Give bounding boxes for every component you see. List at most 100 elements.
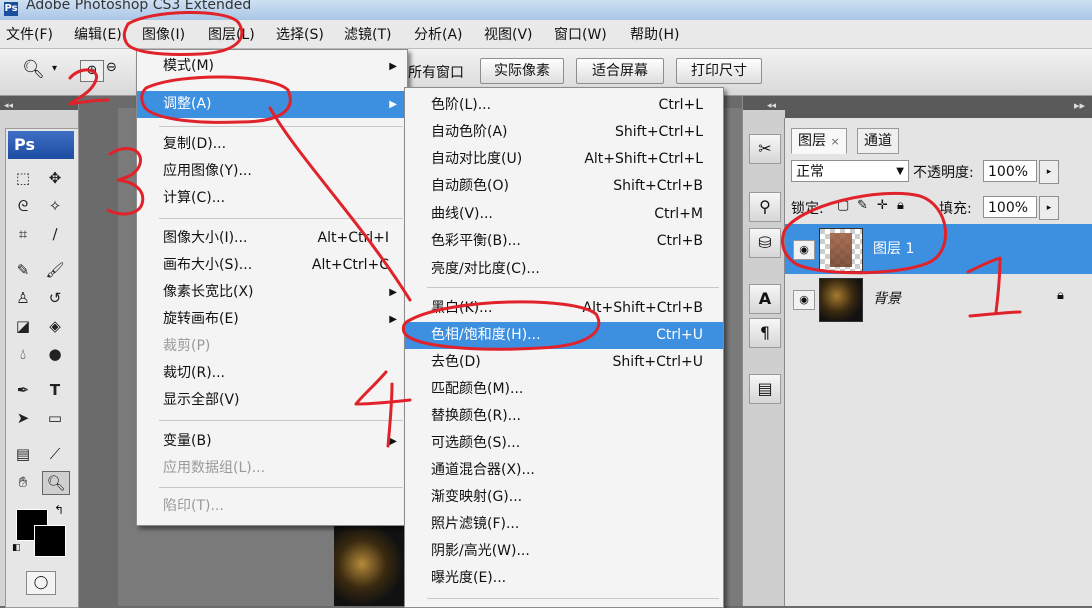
menu-item-adjustments[interactable]: 调整(A) ▶: [137, 91, 407, 118]
actual-pixels-button[interactable]: 实际像素: [480, 58, 564, 84]
dodge-tool-icon[interactable]: ●: [42, 343, 68, 365]
navigator-panel-icon[interactable]: ✂: [749, 134, 781, 164]
blur-tool-icon[interactable]: 💧︎: [10, 343, 36, 365]
menu-item-calculations[interactable]: 计算(C)...: [137, 185, 407, 212]
menu-select[interactable]: 选择(S): [276, 24, 324, 44]
menu-item-reveal-all[interactable]: 显示全部(V): [137, 387, 407, 414]
eyedropper-tool-icon[interactable]: ⟋: [42, 443, 68, 465]
menu-item-image-size[interactable]: 图像大小(I)... Alt+Ctrl+I: [137, 225, 407, 252]
brush-tool-icon[interactable]: 🖌︎: [42, 259, 68, 281]
toolbox-collapse-bar[interactable]: ◂◂: [0, 96, 78, 111]
paragraph-panel-icon[interactable]: ¶: [749, 318, 781, 348]
menu-item-auto-contrast[interactable]: 自动对比度(U) Alt+Shift+Ctrl+L: [405, 146, 723, 173]
menu-item-gradient-map[interactable]: 渐变映射(G)...: [405, 484, 723, 511]
menu-analysis[interactable]: 分析(A): [414, 24, 463, 44]
menu-layer[interactable]: 图层(L): [208, 24, 255, 44]
menu-item-color-balance[interactable]: 色彩平衡(B)... Ctrl+B: [405, 228, 723, 255]
menu-item-trim[interactable]: 裁切(R)...: [137, 360, 407, 387]
menu-item-canvas-size[interactable]: 画布大小(S)... Alt+Ctrl+C: [137, 252, 407, 279]
menu-image[interactable]: 图像(I): [142, 24, 185, 44]
menu-item-hue-saturation[interactable]: 色相/饱和度(H)... Ctrl+U: [405, 322, 723, 349]
lasso-tool-icon[interactable]: ᘓ: [10, 195, 36, 217]
path-selection-tool-icon[interactable]: ➤: [10, 407, 36, 429]
menu-filter[interactable]: 滤镜(T): [344, 24, 391, 44]
fit-screen-button[interactable]: 适合屏幕: [576, 58, 664, 84]
layer-name[interactable]: 图层 1: [873, 238, 914, 258]
menu-item-pixel-aspect-ratio[interactable]: 像素长宽比(X) ▶: [137, 279, 407, 306]
layer-name[interactable]: 背景: [873, 288, 901, 308]
default-colors-icon[interactable]: ◧: [12, 543, 21, 553]
menu-item-curves[interactable]: 曲线(V)... Ctrl+M: [405, 201, 723, 228]
zoom-tool-icon[interactable]: 🔍︎: [22, 59, 45, 80]
menu-item-desaturate[interactable]: 去色(D) Shift+Ctrl+U: [405, 349, 723, 376]
eye-icon[interactable]: ◉: [793, 240, 815, 260]
magic-wand-tool-icon[interactable]: ✧: [42, 195, 68, 217]
character-panel-icon[interactable]: A: [749, 284, 781, 314]
menu-item-variables[interactable]: 变量(B) ▶: [137, 428, 407, 455]
menu-edit[interactable]: 编辑(E): [74, 24, 122, 44]
quick-mask-icon[interactable]: ◯: [26, 571, 56, 595]
marquee-tool-icon[interactable]: ⬚: [10, 167, 36, 189]
menu-view[interactable]: 视图(V): [484, 24, 533, 44]
menu-item-selective-color[interactable]: 可选颜色(S)...: [405, 430, 723, 457]
menu-item-levels[interactable]: 色阶(L)... Ctrl+L: [405, 92, 723, 119]
slice-tool-icon[interactable]: ∕: [42, 223, 68, 245]
menu-item-match-color[interactable]: 匹配颜色(M)...: [405, 376, 723, 403]
hand-tool-icon[interactable]: ✋︎: [10, 471, 36, 493]
menu-item-apply-image[interactable]: 应用图像(Y)...: [137, 158, 407, 185]
paint-bucket-tool-icon[interactable]: ◈: [42, 315, 68, 337]
opacity-slider-toggle[interactable]: ▸: [1039, 160, 1059, 184]
menu-item-black-white[interactable]: 黑白(K)... Alt+Shift+Ctrl+B: [405, 295, 723, 322]
dock-collapse-bar[interactable]: ◂◂: [743, 96, 787, 111]
type-tool-icon[interactable]: T: [42, 379, 68, 401]
menu-item-brightness-contrast[interactable]: 亮度/对比度(C)...: [405, 256, 723, 283]
lock-transparent-icon[interactable]: ▢: [837, 198, 849, 213]
menu-item-rotate-canvas[interactable]: 旋转画布(E) ▶: [137, 306, 407, 333]
tool-presets-panel-icon[interactable]: ⛁: [749, 228, 781, 258]
zoom-tool-active-icon[interactable]: 🔍︎: [42, 471, 70, 495]
lock-image-icon[interactable]: ✎: [857, 198, 868, 213]
background-color-swatch[interactable]: [34, 525, 66, 557]
blend-mode-select[interactable]: 正常 ▼: [791, 160, 909, 182]
clone-stamp-tool-icon[interactable]: ♙: [10, 287, 36, 309]
crop-tool-icon[interactable]: ⌗: [10, 223, 36, 245]
layer-row-background[interactable]: ◉ 背景 🔒︎: [785, 274, 1092, 324]
tab-channels[interactable]: 通道: [857, 128, 899, 154]
menu-help[interactable]: 帮助(H): [630, 24, 679, 44]
menu-item-shadows-highlights[interactable]: 阴影/高光(W)...: [405, 538, 723, 565]
lock-position-icon[interactable]: ✛: [877, 198, 888, 213]
tab-layers[interactable]: 图层 ×: [791, 128, 847, 154]
menu-item-duplicate[interactable]: 复制(D)...: [137, 131, 407, 158]
print-size-button[interactable]: 打印尺寸: [676, 58, 762, 84]
tab-close-icon[interactable]: ×: [830, 135, 839, 148]
all-windows-label[interactable]: 所有窗口: [408, 62, 464, 82]
notes-tool-icon[interactable]: ▤: [10, 443, 36, 465]
eye-icon[interactable]: ◉: [793, 290, 815, 310]
layer-row-layer1[interactable]: ◉ 图层 1: [785, 224, 1092, 274]
menu-file[interactable]: 文件(F): [6, 24, 53, 44]
rectangle-tool-icon[interactable]: ▭: [42, 407, 68, 429]
menu-item-mode[interactable]: 模式(M) ▶: [137, 53, 407, 80]
menu-item-channel-mixer[interactable]: 通道混合器(X)...: [405, 457, 723, 484]
menu-item-replace-color[interactable]: 替换颜色(R)...: [405, 403, 723, 430]
pen-tool-icon[interactable]: ✒: [10, 379, 36, 401]
menu-item-photo-filter[interactable]: 照片滤镜(F)...: [405, 511, 723, 538]
actions-panel-icon[interactable]: ⚲: [749, 192, 781, 222]
opacity-input[interactable]: 100%: [983, 160, 1037, 182]
menu-window[interactable]: 窗口(W): [554, 24, 607, 44]
zoom-in-icon[interactable]: ⊕: [80, 60, 104, 82]
menu-item-auto-levels[interactable]: 自动色阶(A) Shift+Ctrl+L: [405, 119, 723, 146]
fill-input[interactable]: 100%: [983, 196, 1037, 218]
menu-item-exposure[interactable]: 曝光度(E)...: [405, 565, 723, 592]
healing-brush-tool-icon[interactable]: ✎: [10, 259, 36, 281]
lock-all-icon[interactable]: 🔒︎: [897, 198, 904, 213]
tool-preset-dropdown-icon[interactable]: ▾: [52, 63, 57, 74]
move-tool-icon[interactable]: ✥: [42, 167, 68, 189]
fill-slider-toggle[interactable]: ▸: [1039, 196, 1059, 220]
eraser-tool-icon[interactable]: ◪: [10, 315, 36, 337]
info-panel-icon[interactable]: ▤: [749, 374, 781, 404]
menu-item-auto-color[interactable]: 自动颜色(O) Shift+Ctrl+B: [405, 173, 723, 200]
history-brush-tool-icon[interactable]: ↺: [42, 287, 68, 309]
zoom-out-icon[interactable]: ⊖: [106, 60, 117, 75]
swap-colors-icon[interactable]: ↰: [54, 503, 64, 517]
